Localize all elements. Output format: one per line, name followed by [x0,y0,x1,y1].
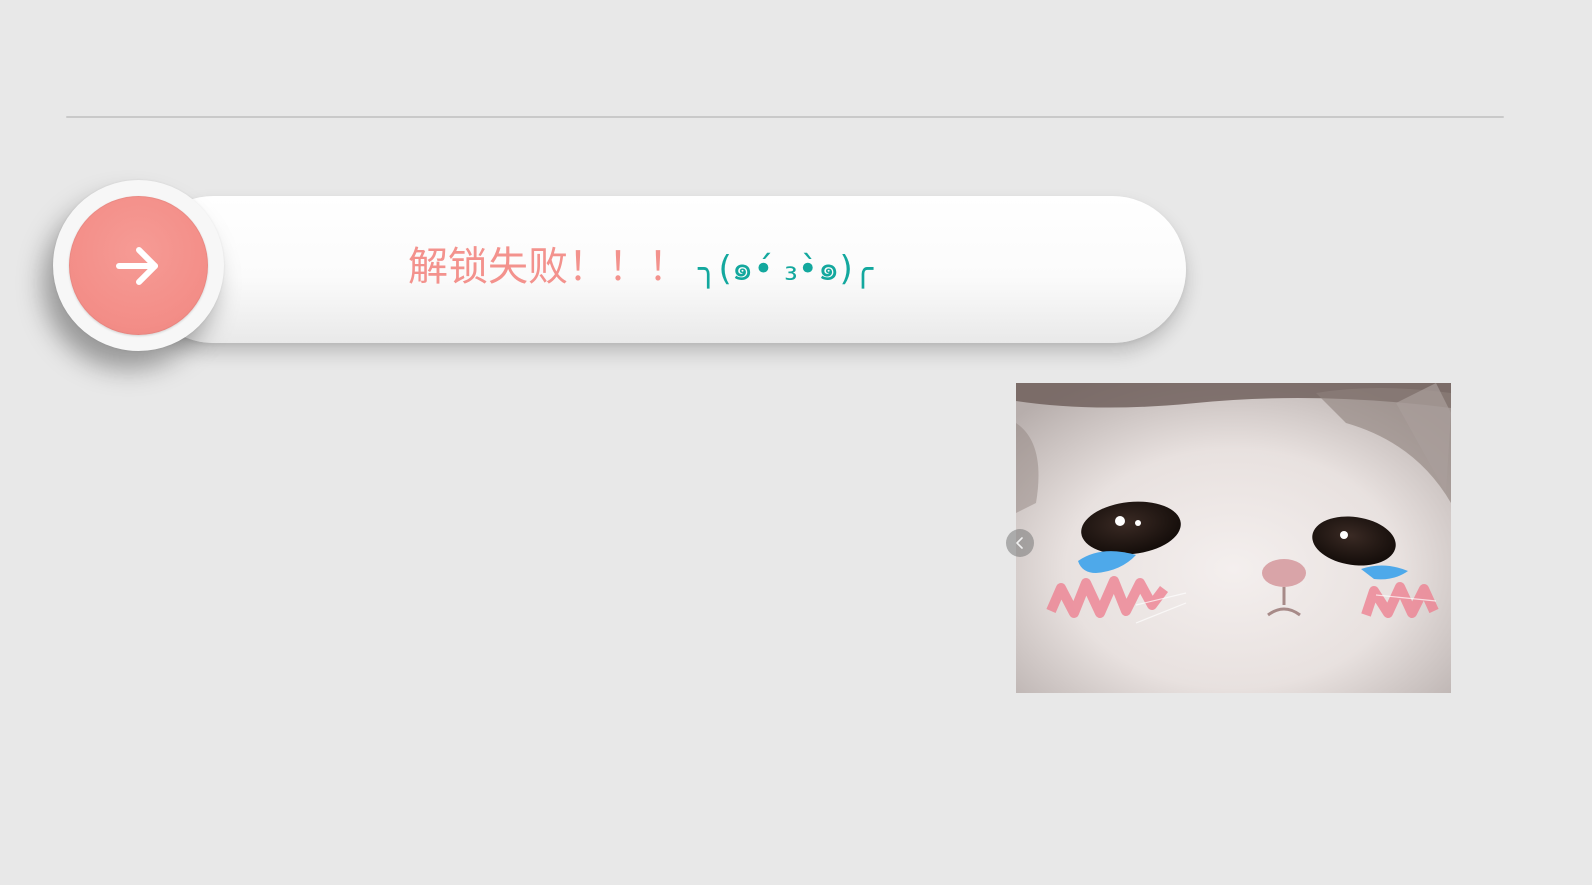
slider-status: 解锁失败！！！ ╮(๑•́ ₃•̀๑)╭ [408,234,873,300]
crying-cat-image [1016,383,1451,693]
chevron-left-icon [1016,537,1023,549]
slider-track[interactable]: 解锁失败！！！ ╮(๑•́ ₃•̀๑)╭ [140,196,1186,343]
unlock-page: 解锁失败！！！ ╮(๑•́ ₃•̀๑)╭ [0,0,1592,885]
divider [66,116,1504,118]
emoticon-text: ╮(๑•́ ₃•̀๑)╭ [698,249,874,289]
carousel-prev-button[interactable] [1006,529,1034,557]
arrow-right-icon [115,246,158,285]
slider-knob-ring[interactable] [53,180,224,351]
unlock-failed-text: 解锁失败！！！ [408,244,688,290]
slider-knob[interactable] [69,196,208,335]
cat-illustration [1016,383,1451,693]
